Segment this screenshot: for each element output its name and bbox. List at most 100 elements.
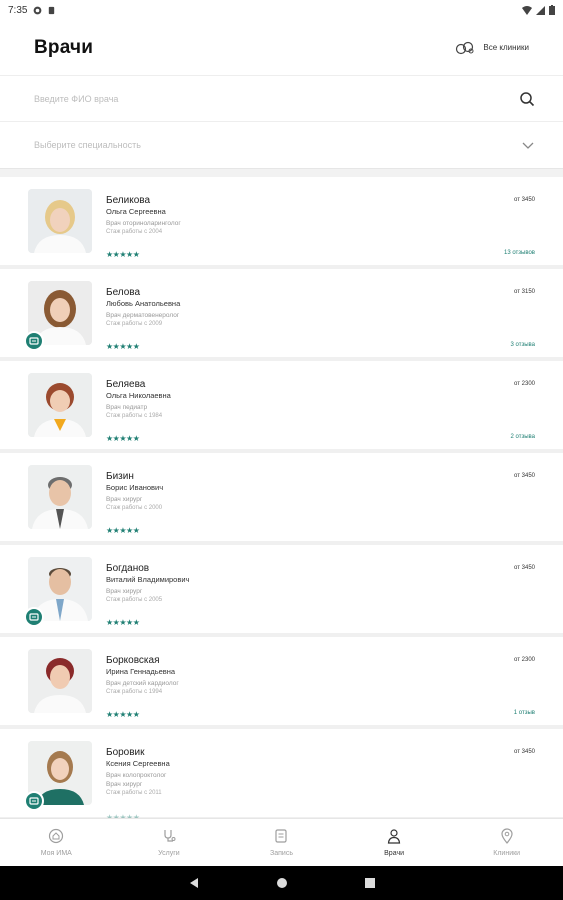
doctor-card[interactable]: Боровик Ксения Сергеевна Врач колопрокто…	[0, 729, 563, 818]
doctor-specialty: Врач детский кардиолог	[106, 680, 179, 687]
doctor-specialty: Врач хирург	[106, 496, 143, 503]
doctor-photo	[28, 465, 92, 529]
tab-label: Моя ИМА	[40, 850, 72, 857]
search-icon[interactable]	[519, 91, 535, 107]
online-consult-badge-icon	[24, 791, 44, 811]
doctor-experience: Стаж работы с 2005	[106, 597, 163, 603]
tab-label: Клиники	[493, 850, 521, 857]
doctor-card[interactable]: Бизин Борис Иванович Врач хирург Стаж ра…	[0, 453, 563, 545]
online-consult-badge-icon	[24, 331, 44, 351]
doctor-price: от 3450	[514, 565, 535, 571]
doctor-given-name: Ольга Сергеевна	[106, 207, 166, 216]
calendar-icon	[275, 829, 288, 843]
doctor-surname: Борковская	[106, 655, 160, 666]
doctor-specialty-secondary: Врач хирург	[106, 781, 143, 788]
map-pin-icon	[501, 828, 513, 844]
specialty-placeholder: Выберите специальность	[34, 140, 141, 150]
home-icon	[49, 828, 64, 844]
doctor-surname: Бизин	[106, 471, 134, 482]
doctor-surname: Беляева	[106, 379, 146, 390]
reviews-link[interactable]: 1 отзыв	[514, 710, 535, 716]
chevron-down-icon	[522, 142, 534, 149]
all-clinics-label: Все клиники	[483, 43, 529, 52]
doctor-price: от 3150	[514, 289, 535, 295]
app-bar: Врачи Все клиники	[0, 20, 563, 76]
doctor-surname: Богданов	[106, 563, 150, 574]
signal-icon	[536, 5, 545, 15]
section-divider	[0, 168, 563, 177]
specialty-select[interactable]: Выберите специальность	[0, 122, 563, 168]
doctor-price: от 3450	[514, 197, 535, 203]
tab-my-ima[interactable]: Моя ИМА	[0, 819, 113, 866]
doctor-card[interactable]: Белова Любовь Анатольевна Врач дерматове…	[0, 269, 563, 361]
home-button-icon[interactable]	[276, 877, 288, 889]
doctor-photo	[28, 649, 92, 713]
tab-clinics[interactable]: Клиники	[450, 819, 563, 866]
online-consult-badge-icon	[24, 607, 44, 627]
status-bar: 7:35	[0, 0, 563, 20]
bottom-tab-bar: Моя ИМА Услуги Запись Врачи Клиники	[0, 818, 563, 866]
doctor-given-name: Ирина Геннадьевна	[106, 667, 176, 676]
doctor-given-name: Ксения Сергеевна	[106, 759, 170, 768]
doctor-specialty: Врач хирург	[106, 588, 143, 595]
battery-icon	[549, 5, 555, 15]
doctor-search-field[interactable]: Введите ФИО врача	[0, 76, 563, 122]
doctor-given-name: Ольга Николаевна	[106, 391, 171, 400]
reviews-link[interactable]: 13 отзывов	[504, 250, 535, 256]
rating-stars: ★★★★★	[106, 710, 140, 719]
doctor-card[interactable]: Беликова Ольга Сергеевна Врач оторинолар…	[0, 177, 563, 269]
doctor-card[interactable]: Богданов Виталий Владимирович Врач хирур…	[0, 545, 563, 637]
doctor-given-name: Виталий Владимирович	[106, 575, 190, 584]
tab-doctors[interactable]: Врачи	[338, 819, 451, 866]
tab-label: Врачи	[384, 850, 404, 857]
tab-appointment[interactable]: Запись	[225, 819, 338, 866]
doctor-given-name: Борис Иванович	[106, 483, 164, 492]
recents-icon[interactable]	[364, 877, 376, 889]
doctor-surname: Боровик	[106, 747, 145, 758]
search-placeholder: Введите ФИО врача	[34, 93, 119, 104]
doctor-surname: Беликова	[106, 195, 151, 206]
doctor-icon	[387, 829, 401, 844]
doctor-given-name: Любовь Анатольевна	[106, 299, 181, 308]
doctor-experience: Стаж работы с 2004	[106, 229, 163, 235]
system-nav-bar	[0, 866, 563, 900]
doctor-specialty: Врач дерматовенеролог	[106, 312, 180, 319]
tab-services[interactable]: Услуги	[113, 819, 226, 866]
page-title: Врачи	[34, 36, 94, 58]
doctor-specialty: Врач оториноларинголог	[106, 220, 181, 227]
doctor-experience: Стаж работы с 2011	[106, 790, 162, 796]
tab-label: Услуги	[158, 850, 180, 857]
doctor-card[interactable]: Беляева Ольга Николаевна Врач педиатр Ст…	[0, 361, 563, 453]
status-time: 7:35	[8, 4, 28, 16]
reviews-link[interactable]: 3 отзыва	[511, 342, 535, 348]
all-clinics-button[interactable]: Все клиники	[455, 41, 529, 55]
rating-stars: ★★★★★	[106, 618, 140, 627]
doctor-specialty: Врач колопроктолог	[106, 772, 167, 779]
doctor-list: Беликова Ольга Сергеевна Врач оторинолар…	[0, 177, 563, 818]
rating-stars: ★★★★★	[106, 526, 140, 535]
wifi-icon	[522, 5, 532, 15]
doctor-price: от 2300	[514, 381, 535, 387]
doctor-price: от 3450	[514, 749, 535, 755]
doctor-price: от 3450	[514, 473, 535, 479]
stethoscope-icon	[164, 830, 176, 842]
rating-stars: ★★★★★	[106, 434, 140, 443]
doctor-experience: Стаж работы с 2009	[106, 321, 163, 327]
doctor-experience: Стаж работы с 2000	[106, 505, 163, 511]
back-icon[interactable]	[188, 877, 200, 889]
doctor-specialty: Врач педиатр	[106, 404, 148, 411]
doctor-photo	[28, 373, 92, 437]
doctor-surname: Белова	[106, 287, 141, 298]
tab-label: Запись	[270, 850, 293, 857]
reviews-link[interactable]: 2 отзыва	[511, 434, 535, 440]
doctor-photo	[28, 189, 92, 253]
sim-icon	[49, 6, 55, 14]
rating-stars: ★★★★★	[106, 250, 140, 259]
doctor-price: от 2300	[514, 657, 535, 663]
doctor-experience: Стаж работы с 1984	[106, 413, 163, 419]
doctor-experience: Стаж работы с 1994	[106, 689, 163, 695]
sync-icon	[34, 6, 42, 14]
doctor-card[interactable]: Борковская Ирина Геннадьевна Врач детски…	[0, 637, 563, 729]
rating-stars: ★★★★★	[106, 342, 140, 351]
clinics-icon	[456, 41, 474, 54]
